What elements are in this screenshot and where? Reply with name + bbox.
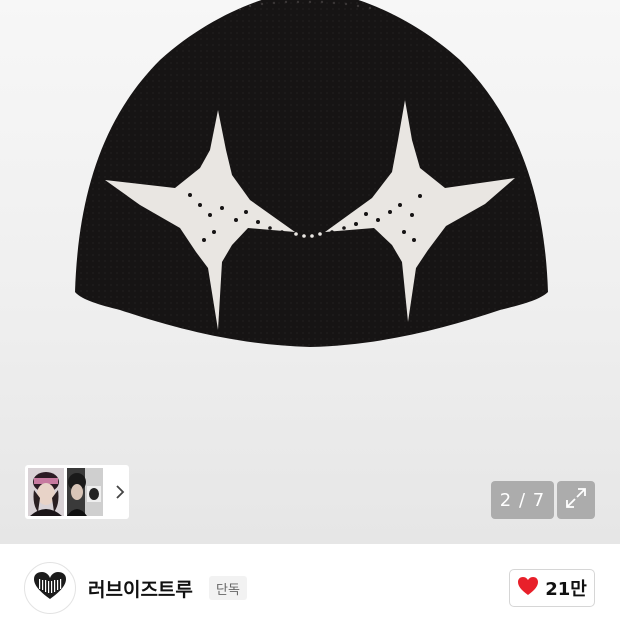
product-image — [75, 0, 548, 347]
brand-logo[interactable] — [24, 562, 76, 614]
brand-bar: 러브이즈트루 단독 21만 — [0, 544, 620, 620]
brand-name[interactable]: 러브이즈트루 — [88, 575, 193, 602]
thumbnail-2[interactable] — [67, 468, 103, 516]
thumbnail-1[interactable] — [28, 468, 64, 516]
heart-logo-icon — [33, 571, 67, 605]
like-count: 21만 — [545, 579, 587, 600]
heart-icon — [517, 576, 539, 600]
product-page: 2 / 7 러브이즈트루 단독 21만 — [0, 0, 620, 620]
like-button[interactable]: 21만 — [509, 569, 595, 607]
image-counter: 2 / 7 — [491, 481, 554, 519]
thumbnail-strip[interactable] — [25, 465, 129, 519]
expand-button[interactable] — [557, 481, 595, 519]
exclusive-badge: 단독 — [209, 576, 247, 600]
chevron-right-icon[interactable] — [113, 485, 127, 499]
product-image-gallery[interactable]: 2 / 7 — [0, 0, 620, 544]
expand-icon — [565, 487, 587, 513]
